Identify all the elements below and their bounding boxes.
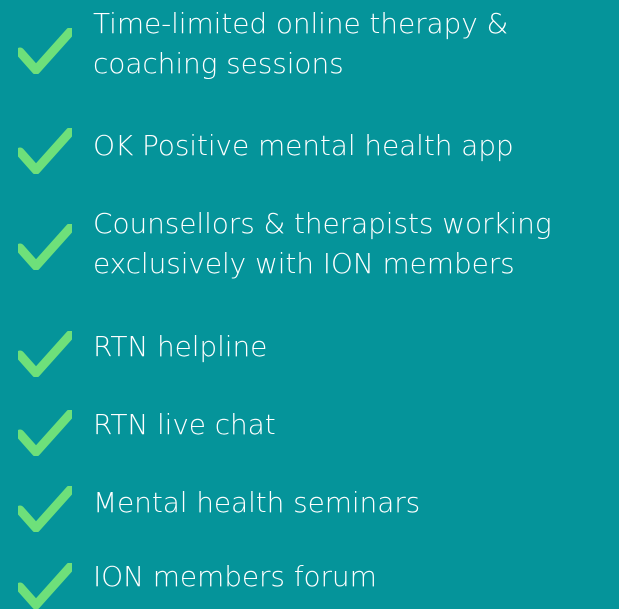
check-icon	[18, 331, 72, 377]
benefit-list: Time-limited online therapy & coaching s…	[0, 0, 619, 609]
list-item-label-line: Counsellors & therapists working	[93, 207, 552, 240]
list-item-label-line: RTN live chat	[93, 408, 276, 441]
list-item-label-line: exclusively with ION members	[93, 247, 515, 280]
check-icon	[18, 410, 72, 456]
list-item-label: OK Positive mental health app	[93, 126, 613, 166]
list-item-label: Mental health seminars	[93, 483, 613, 523]
list-item-label-line: OK Positive mental health app	[93, 129, 514, 162]
list-item-label: RTN live chat	[93, 405, 613, 445]
list-item-label: Counsellors & therapists working exclusi…	[93, 204, 613, 284]
list-item-label-line: Mental health seminars	[93, 486, 421, 519]
list-item-label-line: Time-limited online therapy &	[93, 7, 509, 40]
check-icon	[18, 224, 72, 270]
check-icon	[18, 28, 72, 74]
list-item-label: Time-limited online therapy & coaching s…	[93, 4, 613, 84]
list-item-label-line: RTN helpline	[93, 330, 268, 363]
check-icon	[18, 486, 72, 532]
list-item-label-line: ION members forum	[93, 560, 377, 593]
list-item-label: ION members forum	[93, 557, 613, 597]
check-icon	[18, 563, 72, 609]
check-icon	[18, 128, 72, 174]
list-item-label-line: coaching sessions	[93, 47, 344, 80]
list-item-label: RTN helpline	[93, 327, 613, 367]
